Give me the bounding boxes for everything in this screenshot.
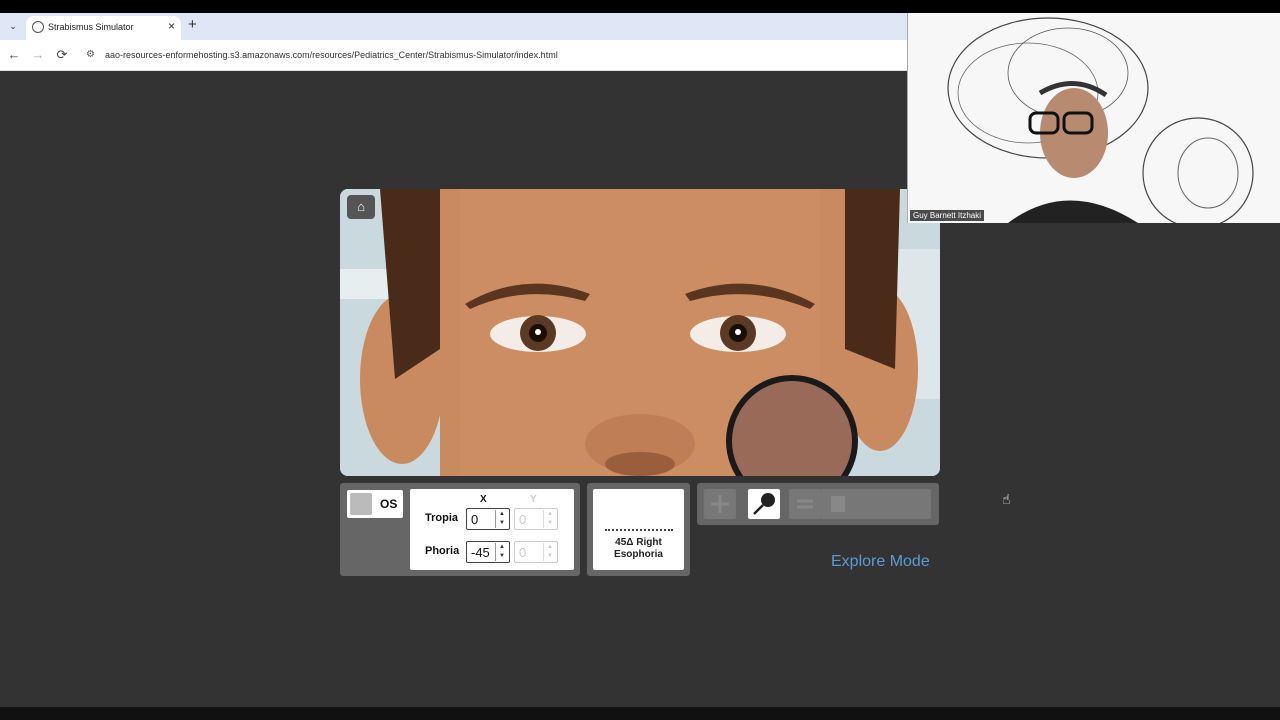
page-background-right bbox=[907, 223, 1280, 707]
forward-button[interactable]: → bbox=[30, 47, 46, 63]
spin-down-icon: ▼ bbox=[547, 553, 553, 559]
result-display: 45Δ Right Esophoria bbox=[593, 489, 684, 570]
tropia-x-input[interactable]: 0 ▲ ▼ bbox=[466, 508, 510, 530]
spin-down-icon[interactable]: ▼ bbox=[496, 552, 508, 561]
face-illustration bbox=[340, 189, 940, 476]
tab-bar: ⌄ Strabismus Simulator × + bbox=[0, 13, 907, 40]
bottom-bar bbox=[0, 707, 1280, 720]
eye-settings-panel: OS X Y Tropia Phoria 0 ▲ ▼ 0 ▲ ▼ -45 ▲ ▼ 0 … bbox=[340, 483, 580, 576]
simulator-viewport[interactable]: ⌂ bbox=[340, 189, 940, 476]
back-button[interactable]: ← bbox=[6, 47, 22, 63]
spin-up-icon[interactable]: ▲ bbox=[496, 543, 508, 552]
reload-button[interactable]: ⟳ bbox=[54, 47, 70, 63]
site-info-icon[interactable]: ⚙ bbox=[86, 49, 98, 61]
swap-tool-button[interactable] bbox=[789, 489, 821, 519]
mode-label[interactable]: Explore Mode bbox=[831, 553, 930, 571]
spin-down-icon[interactable]: ▼ bbox=[496, 519, 508, 528]
tropia-x-stepper[interactable]: ▲ ▼ bbox=[495, 510, 508, 528]
eye-toggle-swatch[interactable] bbox=[350, 493, 372, 515]
webcam-overlay: Guy Barnett Itzhaki bbox=[907, 13, 1280, 223]
tab-title: Strabismus Simulator bbox=[48, 22, 134, 32]
presenter-name: Guy Barnett Itzhaki bbox=[910, 210, 985, 221]
prism-tool-button[interactable] bbox=[821, 489, 931, 519]
column-y-header: Y bbox=[530, 494, 537, 505]
tropia-y-value: 0 bbox=[519, 512, 527, 527]
tab-search-dropdown-icon[interactable]: ⌄ bbox=[6, 19, 20, 33]
phoria-x-value: -45 bbox=[471, 545, 490, 560]
result-panel: 45Δ Right Esophoria bbox=[587, 483, 690, 576]
phoria-y-stepper: ▲ ▼ bbox=[543, 543, 556, 561]
new-tab-button[interactable]: + bbox=[188, 16, 197, 33]
eye-label: OS bbox=[380, 497, 398, 511]
result-line-2: Esophoria bbox=[614, 549, 663, 560]
home-icon: ⌂ bbox=[357, 199, 365, 214]
result-line-1: 45Δ Right bbox=[615, 537, 662, 548]
tropia-y-input: 0 ▲ ▼ bbox=[514, 508, 558, 530]
tropia-y-stepper: ▲ ▼ bbox=[543, 510, 556, 528]
spin-down-icon: ▼ bbox=[547, 520, 553, 526]
phoria-y-value: 0 bbox=[519, 545, 527, 560]
deviation-inputs: X Y Tropia Phoria 0 ▲ ▼ 0 ▲ ▼ -45 ▲ ▼ 0 ▲ ▼ bbox=[410, 489, 574, 570]
occluder-icon bbox=[753, 493, 775, 515]
tool-panel bbox=[697, 483, 939, 525]
move-tool-button[interactable] bbox=[704, 489, 736, 519]
result-divider bbox=[605, 529, 673, 531]
globe-icon bbox=[32, 21, 44, 33]
eye-selector[interactable]: OS bbox=[347, 490, 403, 518]
move-icon bbox=[711, 495, 729, 513]
phoria-y-input: 0 ▲ ▼ bbox=[514, 541, 558, 563]
tab-strabismus-simulator[interactable]: Strabismus Simulator × bbox=[26, 16, 181, 40]
swap-icon bbox=[797, 499, 813, 509]
close-tab-icon[interactable]: × bbox=[168, 19, 175, 33]
browser-toolbar: ← → ⟳ ⚙ aao-resources-enformehosting.s3.… bbox=[0, 40, 907, 71]
tropia-x-value: 0 bbox=[471, 512, 479, 527]
spin-up-icon[interactable]: ▲ bbox=[496, 510, 508, 519]
occluder-tool-button[interactable] bbox=[748, 489, 780, 519]
presenter-video bbox=[908, 13, 1280, 223]
spin-up-icon: ▲ bbox=[547, 511, 553, 517]
result-text: 45Δ Right Esophoria bbox=[593, 537, 684, 561]
address-bar[interactable]: aao-resources-enformehosting.s3.amazonaw… bbox=[105, 50, 558, 60]
home-button[interactable]: ⌂ bbox=[347, 195, 375, 219]
phoria-x-stepper[interactable]: ▲ ▼ bbox=[495, 543, 508, 561]
phoria-x-input[interactable]: -45 ▲ ▼ bbox=[466, 541, 510, 563]
phoria-label: Phoria bbox=[425, 545, 460, 557]
spin-up-icon: ▲ bbox=[547, 544, 553, 550]
tropia-label: Tropia bbox=[425, 512, 459, 524]
column-x-header: X bbox=[480, 494, 487, 505]
hand-cursor-icon: ☝ bbox=[1002, 491, 1011, 507]
prism-icon bbox=[831, 496, 845, 512]
